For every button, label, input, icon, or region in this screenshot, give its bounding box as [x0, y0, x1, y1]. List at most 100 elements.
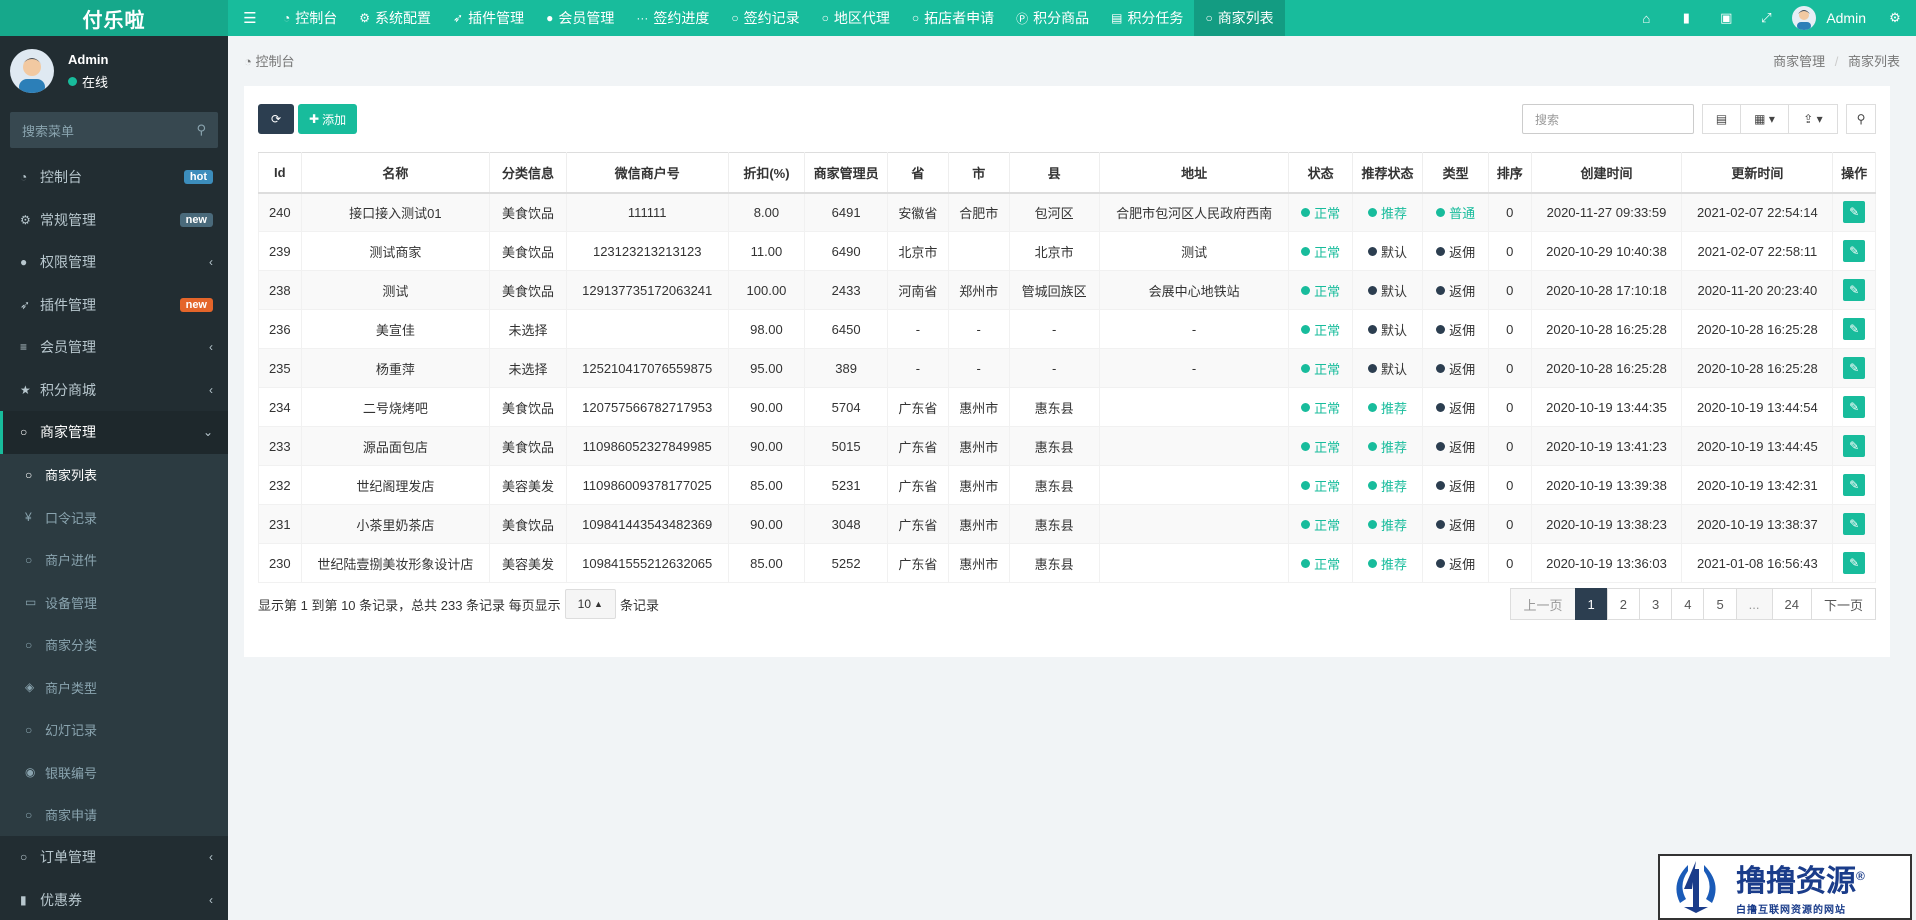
status-badge[interactable]: 普通	[1436, 203, 1475, 222]
column-header[interactable]: 微信商户号	[565, 152, 729, 194]
page-button[interactable]: 5	[1703, 588, 1737, 620]
sidebar-subitem-merchant-list[interactable]: ○ 商家列表	[0, 454, 228, 497]
sidebar-item-plugins[interactable]: ➶ 插件管理 new	[0, 284, 228, 327]
status-badge[interactable]: 正常	[1301, 203, 1340, 222]
page-button[interactable]: 3	[1638, 588, 1673, 620]
sidebar-subitem-merchant-onboard[interactable]: ○ 商户进件	[0, 539, 228, 582]
edit-button[interactable]: ✎	[1843, 240, 1866, 262]
topnav-item-system-config[interactable]: ⚙ 系统配置	[348, 0, 442, 36]
status-badge[interactable]: 返佣	[1436, 320, 1475, 339]
home-icon[interactable]: ⌂	[1626, 0, 1666, 36]
fullscreen-icon[interactable]: ⤢	[1746, 0, 1786, 36]
status-badge[interactable]: 返佣	[1436, 242, 1475, 261]
status-badge[interactable]: 推荐	[1368, 437, 1407, 456]
sidebar-item-members[interactable]: ≡ 会员管理 ‹	[0, 326, 228, 369]
status-badge[interactable]: 默认	[1368, 242, 1407, 261]
edit-button[interactable]: ✎	[1843, 396, 1866, 418]
sidebar-item-orders[interactable]: ○ 订单管理 ‹	[0, 836, 228, 879]
status-badge[interactable]: 正常	[1301, 476, 1340, 495]
edit-button[interactable]: ✎	[1843, 435, 1866, 457]
status-badge[interactable]: 推荐	[1368, 554, 1407, 573]
status-badge[interactable]: 推荐	[1368, 398, 1407, 417]
sidebar-subitem-merchant-apply[interactable]: ○ 商家申请	[0, 794, 228, 837]
topnav-item-points-tasks[interactable]: ▤ 积分任务	[1100, 0, 1194, 36]
topnav-item-merchant-list[interactable]: ○ 商家列表	[1194, 0, 1285, 36]
edit-button[interactable]: ✎	[1843, 357, 1866, 379]
add-button[interactable]: ✚ 添加	[298, 104, 358, 134]
table-row[interactable]: 240 接口接入测试01 美食饮品 111111 8.00 6491 安徽省 合肥市 包河区 合肥…	[258, 192, 1876, 232]
table-row[interactable]: 233 源品面包店 美食饮品 110986052327849985 90.00 5015 广…	[258, 426, 1876, 466]
page-button[interactable]: 24	[1771, 588, 1812, 620]
column-header[interactable]: 省	[886, 152, 949, 194]
table-row[interactable]: 234 二号烧烤吧 美食饮品 120757566782717953 90.00 5704 广…	[258, 387, 1876, 427]
status-badge[interactable]: 推荐	[1368, 476, 1407, 495]
sidebar-item-coupons[interactable]: ▮ 优惠券 ‹	[0, 879, 228, 920]
column-header[interactable]: 市	[947, 152, 1010, 194]
table-row[interactable]: 236 美宣佳 未选择 98.00 6450- - - - 正常 默认 返佣 0 2020-10-28 …	[258, 309, 1876, 349]
column-header[interactable]: 推荐状态	[1351, 152, 1424, 194]
topnav-item-members[interactable]: ● 会员管理	[535, 0, 625, 36]
sidebar-item-merchant-manage[interactable]: ○ 商家管理 ⌄	[0, 411, 228, 454]
menu-toggle-icon[interactable]: ☰	[228, 0, 272, 36]
sidebar-subitem-slides[interactable]: ○ 幻灯记录	[0, 709, 228, 752]
sidebar-item-points-mall[interactable]: ★ 积分商城 ‹	[0, 369, 228, 412]
edit-button[interactable]: ✎	[1843, 513, 1866, 535]
breadcrumb-left[interactable]: ◔ 控制台	[244, 51, 294, 70]
topnav-item-sign-records[interactable]: ○ 签约记录	[720, 0, 810, 36]
status-badge[interactable]: 正常	[1301, 398, 1340, 417]
column-header[interactable]: 排序	[1487, 152, 1532, 194]
toggle-view-button[interactable]: ▤	[1702, 104, 1740, 134]
sidebar-item-general[interactable]: ⚙ 常规管理 new	[0, 199, 228, 242]
column-header[interactable]: 操作	[1832, 152, 1876, 194]
topnav-item-points-goods[interactable]: Ⓟ 积分商品	[1005, 0, 1100, 36]
table-row[interactable]: 235 杨重萍 未选择 125210417076559875 95.00 389- - - - 正…	[258, 348, 1876, 388]
page-button[interactable]: 4	[1671, 588, 1705, 620]
next-page-button[interactable]: 下一页	[1810, 588, 1876, 620]
status-badge[interactable]: 默认	[1368, 320, 1407, 339]
column-header[interactable]: 创建时间	[1530, 152, 1683, 194]
table-row[interactable]: 230 世纪陆壹捌美妆形象设计店 美容美发 109841555212632065 85.…	[258, 543, 1876, 583]
status-badge[interactable]: 正常	[1301, 359, 1340, 378]
status-badge[interactable]: 正常	[1301, 242, 1340, 261]
status-badge[interactable]: 正常	[1301, 515, 1340, 534]
sidebar-subitem-merchant-type[interactable]: ◈ 商户类型	[0, 666, 228, 709]
status-badge[interactable]: 默认	[1368, 359, 1407, 378]
column-header[interactable]: 更新时间	[1681, 152, 1834, 194]
topnav-item-expander-apply[interactable]: ○ 拓店者申请	[901, 0, 1005, 36]
sidebar-subitem-unionpay[interactable]: ◉ 银联编号	[0, 751, 228, 794]
status-badge[interactable]: 推荐	[1368, 515, 1407, 534]
status-badge[interactable]: 返佣	[1436, 476, 1475, 495]
status-badge[interactable]: 返佣	[1436, 515, 1475, 534]
topnav-item-region-agents[interactable]: ○ 地区代理	[811, 0, 901, 36]
status-badge[interactable]: 返佣	[1436, 281, 1475, 300]
sidebar-subitem-merchant-category[interactable]: ○ 商家分类	[0, 624, 228, 667]
table-row[interactable]: 238 测试 美食饮品 129137735172063241 100.00 2433 河南省…	[258, 270, 1876, 310]
sidebar-item-dashboard[interactable]: ◔ 控制台 hot	[0, 156, 228, 199]
column-header[interactable]: 分类信息	[489, 152, 567, 194]
settings-gear-icon[interactable]: ⚙	[1880, 0, 1910, 36]
column-header[interactable]: 名称	[300, 152, 491, 194]
status-badge[interactable]: 返佣	[1436, 554, 1475, 573]
column-header[interactable]: 状态	[1288, 152, 1353, 194]
app-logo[interactable]: 付乐啦	[0, 0, 228, 36]
table-search-input[interactable]: 搜索	[1522, 104, 1694, 134]
prev-page-button[interactable]: 上一页	[1510, 588, 1576, 620]
column-header[interactable]: 折扣(%)	[727, 152, 806, 194]
sidebar-item-auth[interactable]: ● 权限管理 ‹	[0, 241, 228, 284]
page-button[interactable]: 1	[1574, 588, 1608, 620]
columns-button[interactable]: ▦ ▾	[1740, 104, 1788, 134]
table-row[interactable]: 232 世纪阁理发店 美容美发 110986009378177025 85.00 5231…	[258, 465, 1876, 505]
language-icon[interactable]: ▣	[1706, 0, 1746, 36]
status-badge[interactable]: 正常	[1301, 554, 1340, 573]
topnav-item-sign-progress[interactable]: ··· 签约进度	[625, 0, 720, 36]
trash-icon[interactable]: ▮	[1666, 0, 1706, 36]
column-header[interactable]: 县	[1008, 152, 1100, 194]
user-menu[interactable]: Admin	[1786, 6, 1880, 30]
edit-button[interactable]: ✎	[1843, 552, 1866, 574]
status-badge[interactable]: 正常	[1301, 437, 1340, 456]
column-header[interactable]: 类型	[1422, 152, 1489, 194]
edit-button[interactable]: ✎	[1843, 474, 1866, 496]
topnav-item-plugins[interactable]: ➶ 插件管理	[442, 0, 535, 36]
table-row[interactable]: 239 测试商家 美食饮品 123123213213123 11.00 6490 北京市 北京…	[258, 231, 1876, 271]
refresh-button[interactable]: ⟳	[258, 104, 294, 134]
